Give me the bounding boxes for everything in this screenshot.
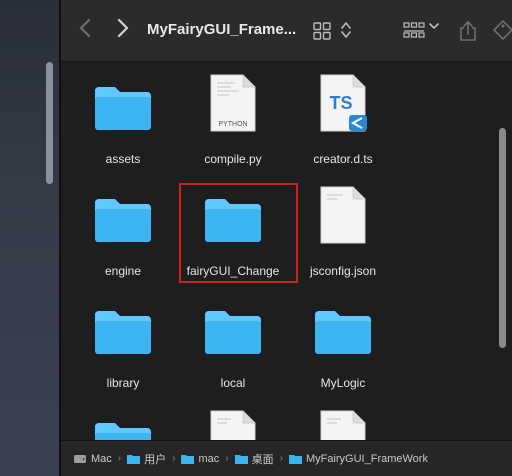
file-label: creator.d.ts	[313, 152, 373, 166]
folder-icon	[315, 311, 371, 354]
path-crumb-project[interactable]: MyFairyGUI_FrameWork	[288, 452, 428, 465]
chevron-down-icon[interactable]	[429, 21, 439, 34]
share-icon[interactable]	[459, 20, 477, 47]
finder-window: MyFairyGUI_Frame... assets PYTHON compil…	[60, 0, 512, 476]
file-item-mylogic[interactable]: MyLogic	[288, 297, 398, 390]
file-label: jsconfig.json	[309, 264, 377, 278]
path-crumb-home[interactable]: mac	[181, 453, 219, 465]
ts-badge-text: TS	[329, 93, 352, 113]
file-item-compile-py[interactable]: PYTHON compile.py	[178, 73, 288, 166]
chevron-right-icon: ›	[279, 453, 283, 464]
sidebar-scrollbar[interactable]	[46, 62, 53, 184]
file-label: MyLogic	[320, 376, 366, 390]
folder-icon	[127, 454, 141, 464]
file-item-assets[interactable]: assets	[68, 73, 178, 166]
content-scrollbar[interactable]	[499, 128, 506, 348]
file-grid: assets PYTHON compile.py TS creator.d.ts…	[61, 63, 512, 440]
file-item-local[interactable]: local	[178, 297, 288, 390]
chevron-right-icon: ›	[225, 453, 229, 464]
file-item-partial-folder[interactable]	[68, 409, 178, 440]
file-item-partial-doc[interactable]	[288, 409, 398, 440]
desktop-sidebar-strip	[0, 0, 60, 476]
crumb-label: mac	[198, 452, 220, 465]
folder-icon	[288, 454, 302, 464]
path-bar: Mac › 用户 › mac › 桌面 › MyFairyGUI_FrameWo…	[61, 440, 512, 476]
chevron-left-icon[interactable]	[79, 18, 91, 44]
folder-icon	[95, 423, 151, 440]
path-crumb-users[interactable]: 用户	[127, 451, 166, 467]
generic-file-icon	[320, 186, 366, 244]
file-label: assets	[105, 152, 141, 166]
window-title: MyFairyGUI_Frame...	[147, 21, 297, 38]
file-item-library[interactable]: library	[68, 297, 178, 390]
file-label: library	[106, 376, 140, 390]
home-folder-icon	[181, 454, 195, 464]
generic-file-icon	[320, 410, 366, 440]
group-by-icon[interactable]	[403, 22, 425, 43]
typescript-file-icon: TS	[320, 74, 367, 132]
chevron-right-icon[interactable]	[117, 18, 129, 44]
path-crumb-mac[interactable]: Mac	[73, 453, 112, 465]
folder-icon	[95, 87, 151, 130]
path-crumb-desktop[interactable]: 桌面	[234, 451, 274, 467]
generic-file-icon	[210, 410, 256, 440]
vscode-icon	[349, 115, 367, 131]
icon-view-grid-icon[interactable]	[313, 22, 331, 45]
toolbar: MyFairyGUI_Frame...	[61, 0, 512, 62]
file-label: compile.py	[204, 152, 262, 166]
python-file-icon: PYTHON	[210, 74, 256, 132]
python-badge-text: PYTHON	[218, 121, 247, 128]
file-item-partial-doc[interactable]	[178, 409, 288, 440]
view-toggle-arrows-icon[interactable]	[341, 21, 351, 39]
tag-icon[interactable]	[492, 19, 512, 45]
file-label: engine	[104, 264, 142, 278]
folder-icon	[234, 454, 248, 464]
file-item-engine[interactable]: engine	[68, 185, 178, 278]
folder-icon	[95, 199, 151, 242]
crumb-label: MyFairyGUI_FrameWork	[305, 452, 428, 465]
folder-icon	[95, 311, 151, 354]
hard-drive-icon	[74, 454, 86, 463]
file-label: local	[220, 376, 246, 390]
file-item-creator-d-ts[interactable]: TS creator.d.ts	[288, 73, 398, 166]
chevron-right-icon: ›	[172, 453, 176, 464]
file-item-jsconfig-json[interactable]: jsconfig.json	[288, 185, 398, 278]
selection-highlight	[179, 183, 298, 283]
crumb-label: Mac	[91, 452, 112, 465]
folder-icon	[205, 311, 261, 354]
chevron-right-icon: ›	[117, 453, 122, 464]
crumb-label: 用户	[144, 453, 167, 466]
crumb-label: 桌面	[251, 453, 274, 466]
